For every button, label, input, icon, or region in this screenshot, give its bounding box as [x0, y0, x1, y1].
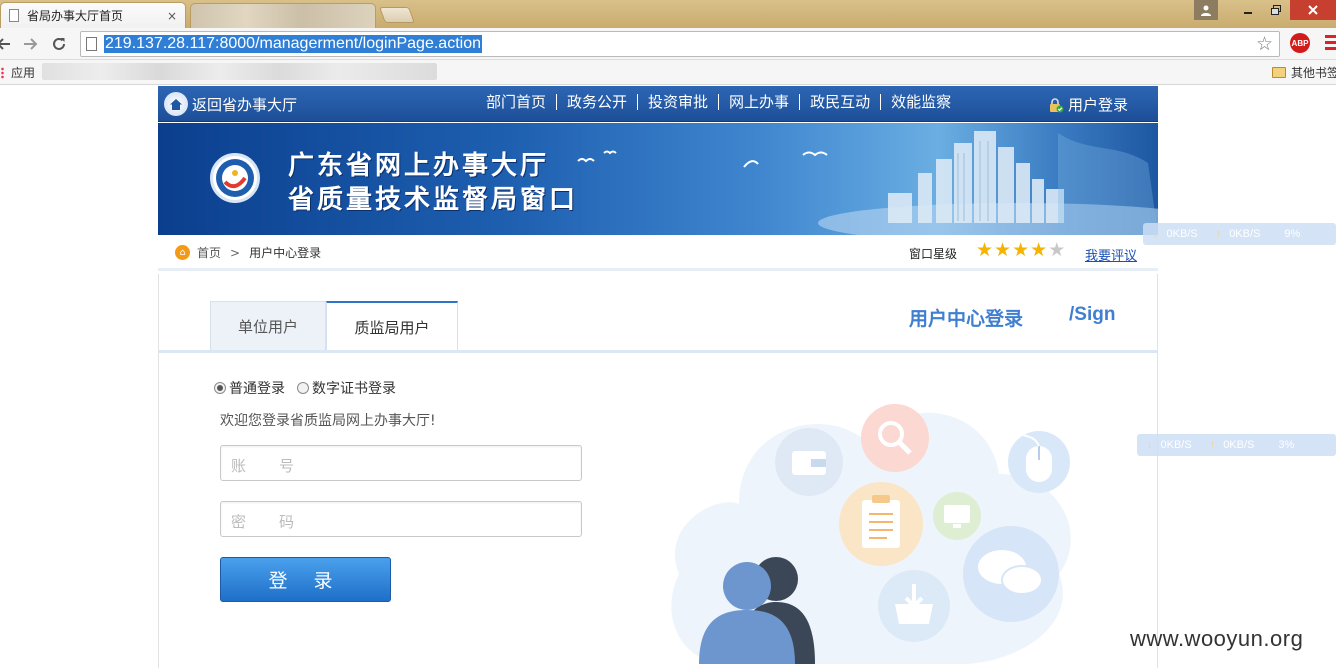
- mode-normal[interactable]: 普通登录: [214, 378, 285, 398]
- download-arrow-icon: ↓: [1147, 439, 1153, 451]
- user-type-tabs: 单位用户 质监局用户: [210, 301, 458, 352]
- user-login-label: 用户登录: [1068, 96, 1129, 114]
- tab-close-icon[interactable]: ×: [167, 9, 177, 23]
- banner-subtitle: 省质量技术监督局窗口: [288, 185, 579, 215]
- breadcrumb-current: 用户中心登录: [249, 246, 322, 260]
- lock-icon: [1048, 97, 1064, 113]
- login-heading: 用户中心登录: [909, 308, 1024, 330]
- back-to-hall-link[interactable]: 返回省办事大厅: [164, 92, 297, 116]
- bookmarks-bar: 应用 其他书签: [0, 60, 1336, 85]
- login-heading-en: /Sign: [1069, 304, 1116, 325]
- radio-certificate[interactable]: [297, 382, 309, 394]
- radio-normal[interactable]: [214, 382, 226, 394]
- star-rating: ★ ★ ★ ★ ★: [976, 241, 1066, 260]
- forward-icon[interactable]: [20, 33, 42, 55]
- speed-down: 0KB/S: [1160, 439, 1192, 451]
- speed-up: 0KB/S: [1229, 228, 1261, 240]
- login-panel: 单位用户 质监局用户 用户中心登录 /Sign 普通登录 数字证书登录 欢迎您登…: [158, 274, 1158, 668]
- page-icon: [9, 9, 19, 22]
- tab-divider: [159, 350, 1157, 353]
- tab-qts-user[interactable]: 质监局用户: [326, 301, 458, 352]
- nav-interaction[interactable]: 政民互动: [800, 94, 882, 110]
- account-field[interactable]: 账 号: [220, 445, 582, 481]
- speed-pct: 3%: [1278, 439, 1295, 451]
- nav-gov-affairs[interactable]: 政务公开: [557, 94, 639, 110]
- browser-tab-blurred[interactable]: [190, 3, 376, 28]
- mode-certificate[interactable]: 数字证书登录: [297, 378, 396, 398]
- site-page: 返回省办事大厅 部门首页 政务公开 投资审批 网上办事 政民互动 效能监察 用户…: [158, 86, 1158, 668]
- adblock-icon[interactable]: ABP: [1290, 33, 1310, 53]
- window-controls: [1194, 0, 1336, 20]
- star-icon: ★: [976, 239, 994, 261]
- url-text[interactable]: 219.137.28.117:8000/managerment/loginPag…: [104, 35, 482, 53]
- welcome-text: 欢迎您登录省质监局网上办事大厅!: [220, 413, 436, 429]
- bookmark-star-icon[interactable]: ☆: [1256, 33, 1273, 55]
- star-icon: ★: [1048, 239, 1066, 261]
- user-profile-icon[interactable]: [1194, 0, 1218, 20]
- login-button[interactable]: 登 录: [220, 557, 391, 602]
- login-illustration: [671, 404, 1071, 664]
- banner-title: 广东省网上办事大厅: [288, 151, 550, 181]
- speed-pct: 9%: [1284, 228, 1301, 240]
- mode-normal-label: 普通登录: [229, 381, 285, 397]
- breadcrumb: ⌂ 首页 > 用户中心登录: [175, 244, 321, 261]
- main-nav: 部门首页 政务公开 投资审批 网上办事 政民互动 效能监察: [476, 94, 961, 110]
- breadcrumb-bar: ⌂ 首页 > 用户中心登录 窗口星级 ★ ★ ★ ★ ★ 我要评议: [158, 235, 1158, 271]
- bookmark-apps-label: 应用: [11, 66, 36, 80]
- clipboard-icon: [862, 495, 900, 548]
- browser-toolbar: 219.137.28.117:8000/managerment/loginPag…: [0, 28, 1336, 60]
- address-bar[interactable]: 219.137.28.117:8000/managerment/loginPag…: [80, 31, 1280, 57]
- breadcrumb-separator: >: [230, 245, 241, 260]
- password-field[interactable]: 密 码: [220, 501, 582, 537]
- home-icon: ⌂: [175, 245, 190, 260]
- login-mode: 普通登录 数字证书登录: [214, 378, 408, 398]
- home-icon: [164, 92, 188, 116]
- download-arrow-icon: ↓: [1153, 228, 1159, 240]
- browser-tab-active[interactable]: 省局办事大厅首页 ×: [0, 2, 186, 28]
- bookmarks-blurred: [42, 63, 437, 80]
- breadcrumb-home[interactable]: 首页: [197, 244, 221, 261]
- upload-arrow-icon: ↑: [1209, 439, 1216, 451]
- apps-grid-icon: [0, 67, 5, 79]
- minimize-icon[interactable]: [1234, 0, 1262, 20]
- reload-icon[interactable]: [48, 33, 70, 55]
- star-icon: ★: [1030, 239, 1048, 261]
- mode-certificate-label: 数字证书登录: [312, 381, 396, 397]
- wallet-icon: [792, 451, 826, 475]
- site-banner: 广东省网上办事大厅 省质量技术监督局窗口: [158, 123, 1158, 235]
- user-login-link[interactable]: 用户登录: [1048, 94, 1128, 115]
- top-nav: 返回省办事大厅 部门首页 政务公开 投资审批 网上办事 政民互动 效能监察 用户…: [158, 86, 1158, 122]
- bookmark-other-label: 其他书签: [1291, 66, 1336, 80]
- restore-icon[interactable]: [1262, 0, 1290, 20]
- bookmark-apps[interactable]: 应用: [0, 64, 35, 81]
- speed-down: 0KB/S: [1166, 228, 1198, 240]
- browser-tabstrip: 省局办事大厅首页 ×: [0, 0, 1336, 28]
- star-icon: ★: [994, 239, 1012, 261]
- tab-unit-user[interactable]: 单位用户: [210, 301, 326, 351]
- banner-emblem-icon: [210, 153, 260, 203]
- page-icon: [86, 37, 97, 51]
- star-icon: ★: [1012, 239, 1030, 261]
- speed-overlay-1: ↓ 0KB/S ↑ 0KB/S 9%: [1143, 223, 1336, 245]
- bookmark-other[interactable]: 其他书签: [1272, 64, 1336, 81]
- nav-dept-home[interactable]: 部门首页: [476, 94, 558, 110]
- speed-overlay-2: ↓ 0KB/S ↑ 0KB/S 3%: [1137, 434, 1336, 456]
- new-tab-button[interactable]: [379, 7, 415, 23]
- tab-title: 省局办事大厅首页: [27, 9, 124, 23]
- rate-link[interactable]: 我要评议: [1085, 245, 1137, 264]
- nav-online-services[interactable]: 网上办事: [719, 94, 801, 110]
- back-icon[interactable]: [0, 33, 14, 55]
- speed-up: 0KB/S: [1223, 439, 1255, 451]
- nav-investment[interactable]: 投资审批: [638, 94, 720, 110]
- watermark: www.wooyun.org: [1130, 626, 1304, 651]
- nav-supervision[interactable]: 效能监察: [881, 94, 961, 110]
- close-window-icon[interactable]: [1290, 0, 1336, 20]
- upload-arrow-icon: ↑: [1215, 228, 1222, 240]
- folder-icon: [1272, 67, 1286, 78]
- browser-menu-icon[interactable]: [1325, 35, 1336, 51]
- rating-label: 窗口星级: [909, 247, 958, 261]
- back-to-hall-label: 返回省办事大厅: [192, 95, 298, 114]
